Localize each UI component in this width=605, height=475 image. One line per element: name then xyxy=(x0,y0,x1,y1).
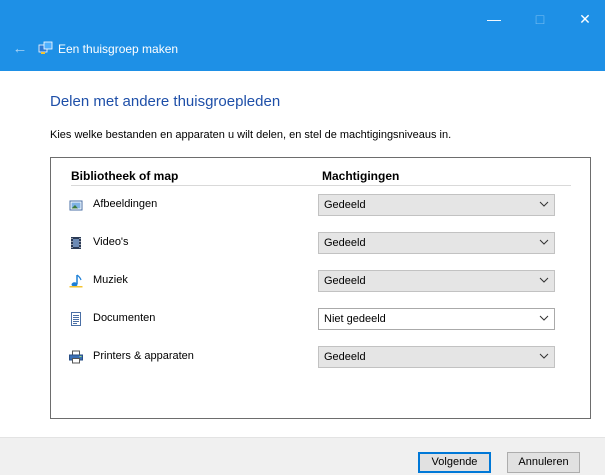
videos-icon xyxy=(71,237,81,249)
pictures-icon xyxy=(69,200,83,211)
chevron-down-icon xyxy=(539,353,549,359)
page-heading: Delen met andere thuisgroepleden xyxy=(50,93,281,110)
permission-value: Gedeeld xyxy=(324,351,366,363)
row-label-pictures: Afbeeldingen xyxy=(93,198,158,210)
printer-icon xyxy=(69,350,83,364)
permission-select-music[interactable]: Gedeeld xyxy=(318,270,555,292)
table-row: Printers & apparaten Gedeeld xyxy=(51,346,590,368)
row-label-printers: Printers & apparaten xyxy=(93,350,194,362)
row-label-documents: Documenten xyxy=(93,312,156,324)
chevron-down-icon xyxy=(539,239,549,245)
next-button[interactable]: Volgende xyxy=(418,452,491,473)
back-arrow-icon[interactable]: ← xyxy=(10,39,30,59)
cancel-button[interactable]: Annuleren xyxy=(507,452,580,473)
permission-value: Gedeeld xyxy=(324,199,366,211)
permission-select-printers[interactable]: Gedeeld xyxy=(318,346,555,368)
row-label-music: Muziek xyxy=(93,274,128,286)
table-row: Video's Gedeeld xyxy=(51,232,590,254)
window-title: Een thuisgroep maken xyxy=(58,42,179,56)
row-label-videos: Video's xyxy=(93,236,129,248)
dialog-footer: Volgende Annuleren xyxy=(0,437,605,475)
page-description: Kies welke bestanden en apparaten u wilt… xyxy=(50,129,452,141)
permission-select-documents[interactable]: Niet gedeeld xyxy=(318,308,555,330)
permission-value: Niet gedeeld xyxy=(324,313,386,325)
chevron-down-icon xyxy=(539,315,549,321)
documents-icon xyxy=(71,312,81,326)
close-button[interactable]: ✕ xyxy=(570,8,600,30)
dialog-content: Delen met andere thuisgroepleden Kies we… xyxy=(0,71,605,437)
column-header-library: Bibliotheek of map xyxy=(71,169,179,183)
music-icon xyxy=(69,274,83,288)
permission-select-videos[interactable]: Gedeeld xyxy=(318,232,555,254)
chevron-down-icon xyxy=(539,201,549,207)
permission-select-pictures[interactable]: Gedeeld xyxy=(318,194,555,216)
homegroup-icon xyxy=(38,41,53,54)
table-row: Documenten Niet gedeeld xyxy=(51,308,590,330)
chevron-down-icon xyxy=(539,277,549,283)
maximize-button[interactable]: □ xyxy=(525,8,555,30)
sharing-table: Bibliotheek of map Machtigingen Afbeeldi… xyxy=(50,157,591,419)
title-bar: — □ ✕ ← Een thuisgroep maken xyxy=(0,0,605,71)
table-row: Afbeeldingen Gedeeld xyxy=(51,194,590,216)
column-header-permissions: Machtigingen xyxy=(322,169,400,183)
permission-value: Gedeeld xyxy=(324,275,366,287)
permission-value: Gedeeld xyxy=(324,237,366,249)
table-row: Muziek Gedeeld xyxy=(51,270,590,292)
header-divider xyxy=(71,185,571,186)
minimize-button[interactable]: — xyxy=(479,8,509,30)
